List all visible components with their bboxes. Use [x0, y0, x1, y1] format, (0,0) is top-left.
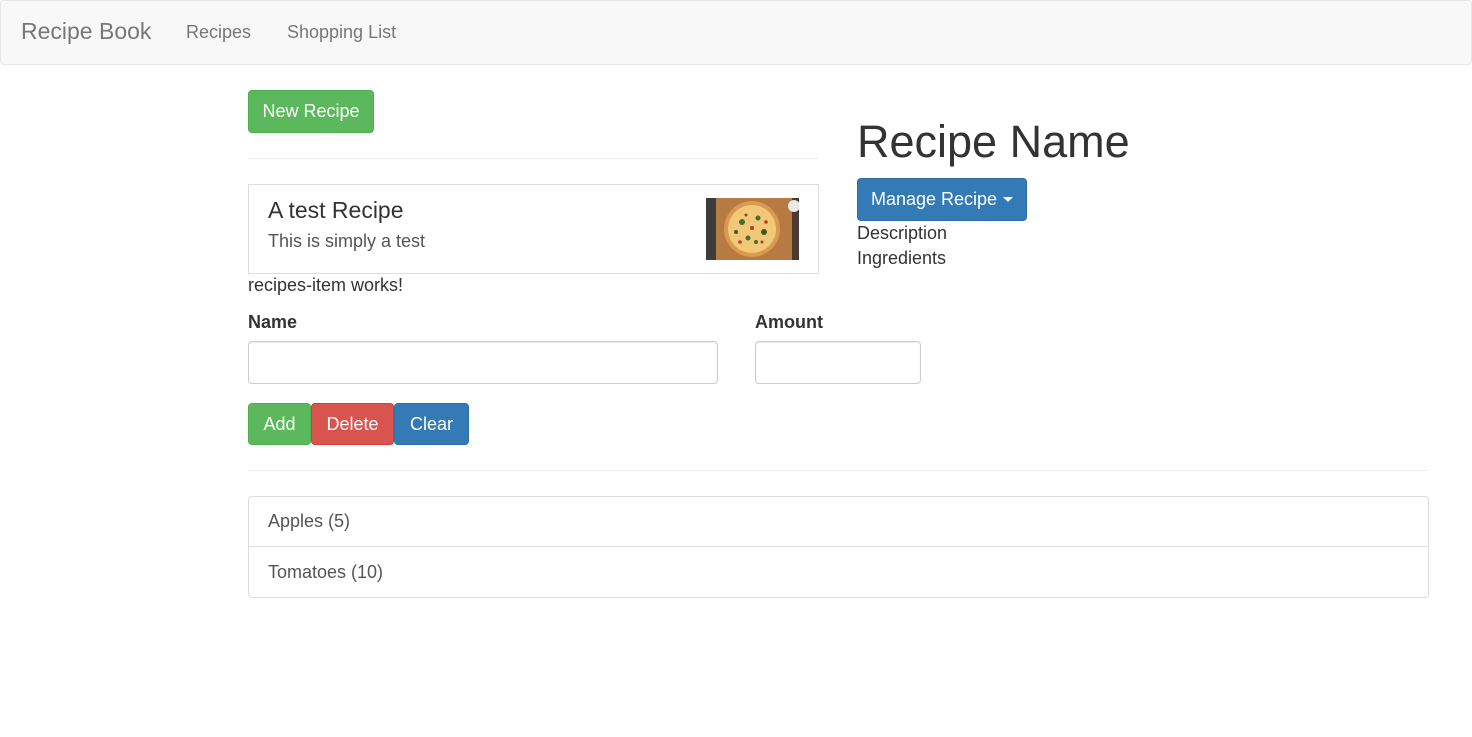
delete-button[interactable]: Delete	[311, 403, 394, 445]
name-label: Name	[248, 312, 298, 332]
divider	[248, 470, 1429, 471]
recipe-item-name: A test Recipe	[268, 197, 404, 223]
list-item[interactable]: Tomatoes (10)	[248, 546, 1429, 598]
shopping-list: Apples (5) Tomatoes (10)	[248, 496, 1429, 598]
recipe-detail-title: Recipe Name	[857, 116, 1130, 167]
pizza-image	[706, 198, 799, 260]
list-item[interactable]: Apples (5)	[248, 496, 1429, 547]
manage-recipe-label: Manage Recipe	[870, 189, 998, 209]
clear-button[interactable]: Clear	[394, 403, 469, 445]
nav-link-shopping-list[interactable]: Shopping List	[287, 22, 396, 43]
recipe-list-item[interactable]: A test Recipe This is simply a test	[248, 184, 819, 274]
navbar: Recipe Book Recipes Shopping List	[0, 0, 1472, 65]
ingredient-amount-input[interactable]	[755, 341, 921, 384]
nav-link-recipes[interactable]: Recipes	[186, 22, 251, 43]
navbar-brand[interactable]: Recipe Book	[21, 18, 151, 45]
recipe-description: Description	[857, 223, 948, 243]
ingredient-name-input[interactable]	[248, 341, 718, 384]
caret-down-icon	[1003, 197, 1014, 202]
manage-recipe-dropdown-button[interactable]: Manage Recipe	[857, 178, 1027, 221]
recipe-item-description: This is simply a test	[268, 231, 426, 251]
new-recipe-button[interactable]: New Recipe	[248, 90, 374, 133]
divider	[248, 158, 819, 159]
recipes-item-works-text: recipes-item works!	[248, 275, 404, 295]
amount-label: Amount	[755, 312, 823, 332]
recipe-ingredients: Ingredients	[857, 248, 947, 268]
add-button[interactable]: Add	[248, 403, 311, 445]
